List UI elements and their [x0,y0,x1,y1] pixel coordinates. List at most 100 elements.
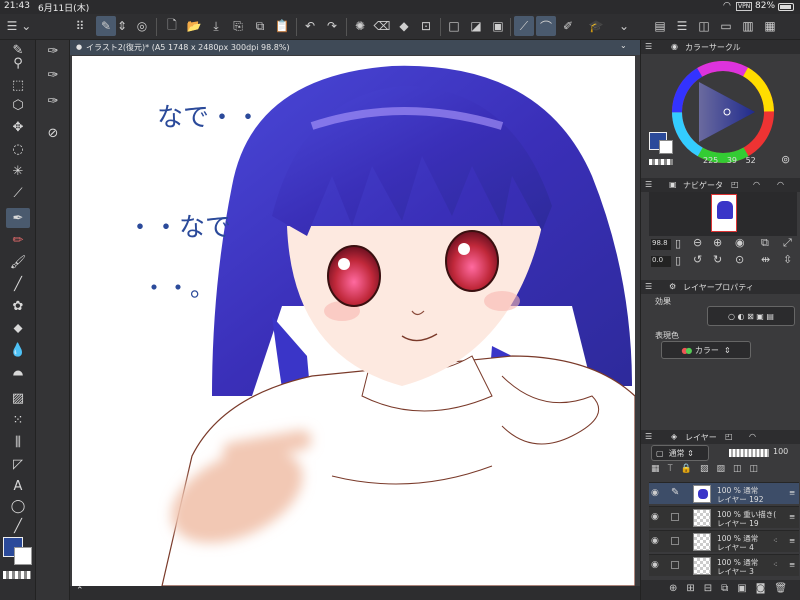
document-tab[interactable]: ● イラスト2(復元)* (A5 1748 x 2480px 300dpi 98… [70,40,640,55]
panel-layout-icon[interactable]: ▤ [650,16,670,36]
sub-color-panel-swatch[interactable] [659,140,673,154]
pencil-icon[interactable]: ✏ [6,230,30,250]
canvas[interactable]: なで・・ ・・なで ・・。 [72,56,635,586]
menu-icon[interactable]: ☰ ⌄ [2,16,36,36]
magic-wand-icon[interactable]: ✳ [6,161,30,181]
save-icon[interactable]: ⤓ [206,16,226,36]
figure-icon[interactable]: ⁙ [6,410,30,430]
navigator-menu-icon[interactable]: ☰ [645,180,652,189]
visibility-icon[interactable]: ◉ [651,488,659,498]
grid-icon[interactable]: ⠿ [70,16,90,36]
sub-tool-1-icon[interactable]: ✑ [41,40,65,62]
deselect-icon[interactable]: ▣ [488,16,508,36]
pen-icon[interactable]: ✒ [6,208,30,228]
tab-close-icon[interactable]: ● [76,43,82,51]
drag-handle-icon[interactable]: ≡ [789,512,795,521]
navigator-tab-2-icon[interactable]: ◰ [731,180,739,189]
sub-color-swatch[interactable] [14,547,32,565]
panel-icon[interactable]: ▥ [738,16,758,36]
zoom-value[interactable]: 98.8 [651,239,671,250]
visibility-icon[interactable]: ◉ [651,560,659,570]
layer-options-row[interactable]: ▦⟙🔒▨▨◫◫ [651,464,799,478]
blend-mode-select[interactable]: ▢ 通常 ⇕ [651,445,709,461]
chevron-down-icon[interactable]: ⌄ [614,16,634,36]
layer-row[interactable]: ◉ 100 % 通常 レイヤー 4 ⁖ ≡ [649,530,799,552]
split-icon[interactable]: ◫ [694,16,714,36]
balloon-icon[interactable]: ◯ [6,496,30,516]
lasso-tool-icon[interactable]: ◌ [6,139,30,159]
zoom-out-icon[interactable]: ⊖ [693,236,702,249]
navigator-preview[interactable] [649,192,797,236]
color-settings-icon[interactable]: ⊚ [781,153,790,166]
gradient-icon[interactable]: ▨ [6,388,30,408]
eyedropper-icon[interactable]: ⟋ [6,183,30,203]
layer-tab-2-icon[interactable]: ◰ [725,432,733,441]
transparent-color-swatch[interactable] [3,571,31,579]
edit-mode-icon[interactable]: ✎ [96,16,116,36]
move-layer-icon[interactable]: ⬚ [6,75,30,95]
zoom-in-icon[interactable]: ⊕ [713,236,722,249]
snap-icon[interactable]: ⌒ [536,16,556,36]
layer-row[interactable]: ◉ 100 % 通常 レイヤー 3 ⁖ ≡ [649,554,799,576]
color-wheel[interactable] [671,60,775,164]
rotation-value[interactable]: 0.0 [651,256,671,267]
invert-select-icon[interactable]: ◪ [466,16,486,36]
drag-handle-icon[interactable]: ≡ [789,560,795,569]
layer-row[interactable]: ◉ 100 % 重い描き( レイヤー 19 ≡ [649,506,799,528]
correction-icon[interactable]: ╱ [6,516,30,536]
paste-icon[interactable]: 📋 [272,16,292,36]
app-settings-icon[interactable]: ◎ [132,16,152,36]
move-tool-icon[interactable]: ✥ [6,117,30,137]
visibility-icon[interactable]: ◉ [651,536,659,546]
sub-tool-2-icon[interactable]: ✑ [41,64,65,86]
window-icon[interactable]: ▭ [716,16,736,36]
layout-menu-icon[interactable]: ▦ [760,16,780,36]
redo-icon[interactable]: ↷ [322,16,342,36]
fullscreen-icon[interactable]: ⤢ [783,236,792,250]
learn-icon[interactable]: 🎓 [586,16,606,36]
clear-icon[interactable]: ⌫ [372,16,392,36]
layer-bottom-actions[interactable]: ⊕⊞⊟⧉▣◙🗑 [641,580,800,600]
ruler-icon[interactable]: ⟋ [514,16,534,36]
layer-tab-3-icon[interactable]: ◠ [749,432,756,441]
crop-icon[interactable]: ⊡ [416,16,436,36]
text-tool-icon[interactable]: A [6,476,30,496]
fill-icon[interactable]: ◆ [394,16,414,36]
fit-screen-icon[interactable]: ⧉ [761,236,769,250]
effect-buttons[interactable]: ○ ◐ ⊠ ▣ ▤ [707,306,795,326]
tab-chevron-icon[interactable]: ⌄ [620,41,627,50]
brush-icon[interactable]: 🖌 [6,252,30,272]
list-icon[interactable]: ☰ [672,16,692,36]
drag-handle-icon[interactable]: ≡ [789,488,795,497]
zoom-slider-icon[interactable]: ▯ [675,237,681,250]
transparent-swatch[interactable] [649,159,673,165]
opacity-value[interactable]: 100 [773,447,788,456]
layer-property-menu-icon[interactable]: ☰ [645,282,652,291]
flip-horizontal-icon[interactable]: ⇹ [761,253,770,266]
navigator-tab-4-icon[interactable]: ◠ [777,180,784,189]
new-file-icon[interactable]: 🗋 [162,16,182,36]
select-all-icon[interactable]: □ [444,16,464,36]
rotation-slider-icon[interactable]: ▯ [675,254,681,267]
open-folder-icon[interactable]: 📂 [184,16,204,36]
sub-tool-3-icon[interactable]: ✑ [41,90,65,112]
navigator-tab-3-icon[interactable]: ◠ [753,180,760,189]
visibility-icon[interactable]: ◉ [651,512,659,522]
rotate-left-icon[interactable]: ↺ [693,253,702,266]
layer-row[interactable]: ◉ ✎ 100 % 通常 レイヤー 192 ≡ [649,482,799,504]
ruler-tool-icon[interactable]: ◸ [6,454,30,474]
eraser-icon[interactable]: ⬥ [6,318,30,338]
rotate-right-icon[interactable]: ↻ [713,253,722,266]
chevron-updown-icon[interactable]: ⇕ [116,16,128,36]
panel-menu-icon[interactable]: ☰ [645,42,652,51]
fit-icon[interactable]: ◉ [735,236,745,249]
drag-handle-icon[interactable]: ≡ [789,536,795,545]
export-icon[interactable]: ⎘ [228,16,248,36]
select-tool-icon[interactable]: ⬡ [6,95,30,115]
expression-color-select[interactable]: ● ● カラー ⇕ [661,341,751,359]
frame-icon[interactable]: ⫼ [6,432,30,452]
sub-tool-settings-icon[interactable]: ⊘ [41,122,65,144]
loading-icon[interactable]: ✺ [350,16,370,36]
layer-panel-menu-icon[interactable]: ☰ [645,432,652,441]
blend-icon[interactable]: 💧 [6,340,30,360]
